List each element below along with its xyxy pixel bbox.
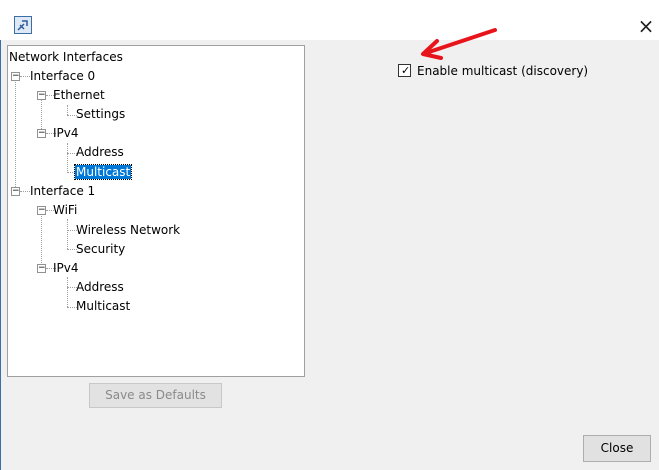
tree-item-multicast-0[interactable]: Multicast: [73, 163, 133, 181]
tree-item-label: Multicast: [76, 299, 131, 313]
close-icon[interactable]: ×: [634, 14, 658, 38]
tree-item-wifi[interactable]: WiFi: [52, 201, 78, 219]
app-icon: [14, 16, 32, 34]
collapse-icon[interactable]: −: [11, 187, 20, 196]
tree-item-interface-0[interactable]: Interface 0: [29, 67, 96, 85]
tree-item-ethernet[interactable]: Ethernet: [52, 86, 106, 104]
save-as-defaults-button[interactable]: Save as Defaults: [89, 383, 222, 408]
red-arrow-icon: [421, 28, 497, 60]
tree-root-label: Network Interfaces: [9, 50, 123, 64]
tree-item-label: IPv4: [53, 261, 79, 275]
tree-item-ethernet-settings[interactable]: Settings: [75, 105, 126, 123]
tree-view[interactable]: Network Interfaces − Interface 0 − Ether…: [7, 45, 305, 377]
title-bar: ×: [0, 0, 659, 40]
tree-item-multicast-1[interactable]: Multicast: [75, 297, 131, 315]
tree-item-address-0[interactable]: Address: [75, 143, 125, 161]
dialog-window: × Network Interfaces − Interface 0 − Eth…: [0, 0, 659, 470]
tree-root[interactable]: Network Interfaces: [8, 48, 124, 66]
tree-item-label: Address: [76, 280, 124, 294]
collapse-icon[interactable]: −: [37, 91, 46, 100]
tree-item-label: WiFi: [53, 203, 78, 217]
tree-item-label: Settings: [76, 107, 126, 121]
enable-multicast-label[interactable]: Enable multicast (discovery): [417, 63, 588, 79]
collapse-icon[interactable]: −: [37, 264, 46, 273]
tree-item-address-1[interactable]: Address: [75, 278, 125, 296]
enable-multicast-checkbox[interactable]: ✓: [398, 64, 411, 77]
tree-item-interface-1[interactable]: Interface 1: [29, 182, 96, 200]
tree-item-label: Wireless Network: [76, 223, 181, 237]
tree-item-label: Interface 1: [30, 184, 96, 198]
collapse-icon[interactable]: −: [37, 129, 46, 138]
window-border: [0, 40, 1, 470]
tree-item-ipv4-0[interactable]: IPv4: [52, 124, 80, 142]
checkmark-icon: ✓: [401, 64, 411, 77]
collapse-icon[interactable]: −: [37, 206, 46, 215]
tree-item-label: IPv4: [53, 126, 79, 140]
tree-item-label: Address: [76, 145, 124, 159]
tree-item-wireless-network[interactable]: Wireless Network: [75, 221, 181, 239]
tree-item-label: Ethernet: [53, 88, 105, 102]
collapse-icon[interactable]: −: [11, 72, 20, 81]
tree-item-label: Interface 0: [30, 69, 96, 83]
tree-item-label: Security: [76, 242, 126, 256]
tree-item-label: Multicast: [73, 164, 133, 180]
tree-item-security[interactable]: Security: [75, 240, 126, 258]
tree-item-ipv4-1[interactable]: IPv4: [52, 259, 80, 277]
close-button[interactable]: Close: [583, 435, 651, 462]
